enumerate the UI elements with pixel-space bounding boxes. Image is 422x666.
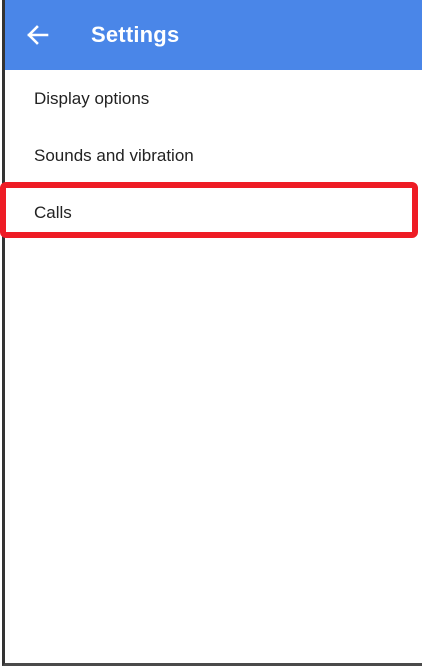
settings-item-calls[interactable]: Calls <box>5 184 422 241</box>
settings-item-label: Sounds and vibration <box>34 145 194 165</box>
app-bar: Settings <box>5 0 422 70</box>
page-title: Settings <box>91 22 180 47</box>
back-arrow-icon <box>27 25 49 45</box>
settings-item-sounds-and-vibration[interactable]: Sounds and vibration <box>5 127 422 184</box>
settings-item-label: Calls <box>34 202 72 222</box>
settings-list: Display options Sounds and vibration Cal… <box>5 70 422 241</box>
settings-item-label: Display options <box>34 88 150 108</box>
phone-screen: Settings Display options Sounds and vibr… <box>2 0 422 666</box>
settings-item-display-options[interactable]: Display options <box>5 70 422 127</box>
back-button[interactable] <box>19 16 57 54</box>
